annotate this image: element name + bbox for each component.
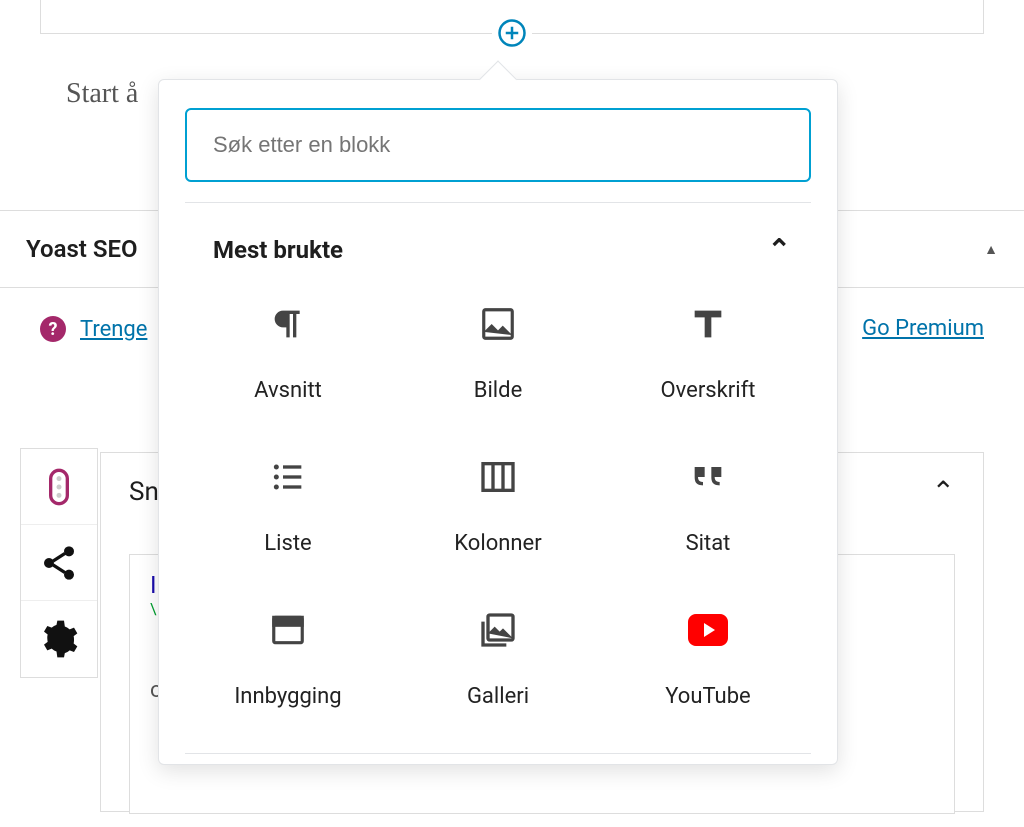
block-label: YouTube xyxy=(665,684,750,709)
block-list[interactable]: Liste xyxy=(183,457,393,556)
block-youtube[interactable]: YouTube xyxy=(603,610,813,709)
traffic-light-icon xyxy=(39,467,79,507)
yoast-snippet-title: Sn xyxy=(129,477,159,507)
yoast-help-link[interactable]: Trenge xyxy=(80,317,147,342)
gallery-icon xyxy=(478,610,518,650)
block-label: Kolonner xyxy=(454,531,541,556)
embed-icon xyxy=(268,610,308,650)
yoast-vertical-tabs xyxy=(20,448,98,678)
list-icon xyxy=(268,457,308,497)
help-icon: ? xyxy=(40,316,66,342)
block-section-header[interactable]: Mest brukte ⌃ xyxy=(159,203,837,296)
block-paragraph[interactable]: Avsnitt xyxy=(183,304,393,403)
chevron-up-icon[interactable]: ⌃ xyxy=(932,475,955,508)
block-label: Liste xyxy=(264,531,311,556)
block-heading[interactable]: Overskrift xyxy=(603,304,813,403)
block-columns[interactable]: Kolonner xyxy=(393,457,603,556)
add-block-button[interactable] xyxy=(492,13,532,53)
block-label: Sitat xyxy=(686,531,731,556)
image-icon xyxy=(478,304,518,344)
block-quote[interactable]: Sitat xyxy=(603,457,813,556)
yoast-panel-title: Yoast SEO xyxy=(26,235,138,263)
gear-icon xyxy=(39,619,79,659)
block-embed[interactable]: Innbygging xyxy=(183,610,393,709)
block-label: Bilde xyxy=(474,378,522,403)
yoast-tab-readability[interactable] xyxy=(21,449,97,525)
block-section-title: Mest brukte xyxy=(213,236,343,264)
yoast-go-premium-link[interactable]: Go Premium xyxy=(862,316,984,342)
block-label: Galleri xyxy=(467,684,529,709)
block-inserter-popover: Mest brukte ⌃ Avsnitt Bilde xyxy=(158,79,838,765)
columns-icon xyxy=(478,457,518,497)
plus-circle-icon xyxy=(497,18,527,48)
block-image[interactable]: Bilde xyxy=(393,304,603,403)
editor-content-box xyxy=(40,0,984,34)
divider xyxy=(185,753,811,754)
paragraph-icon xyxy=(268,304,308,344)
block-label: Innbygging xyxy=(234,684,341,709)
quote-icon xyxy=(688,457,728,497)
yoast-tab-settings[interactable] xyxy=(21,601,97,677)
block-gallery[interactable]: Galleri xyxy=(393,610,603,709)
yoast-collapse-caret: ▲ xyxy=(984,241,998,258)
yoast-help-area: ? Trenge xyxy=(40,316,147,342)
share-icon xyxy=(39,543,79,583)
youtube-icon xyxy=(688,610,728,650)
block-label: Overskrift xyxy=(661,378,756,403)
block-grid: Avsnitt Bilde Overskrift xyxy=(159,296,837,753)
chevron-up-icon: ⌃ xyxy=(768,233,791,266)
block-search-input[interactable] xyxy=(185,108,811,182)
block-label: Avsnitt xyxy=(254,378,322,403)
yoast-tab-social[interactable] xyxy=(21,525,97,601)
heading-icon xyxy=(688,304,728,344)
